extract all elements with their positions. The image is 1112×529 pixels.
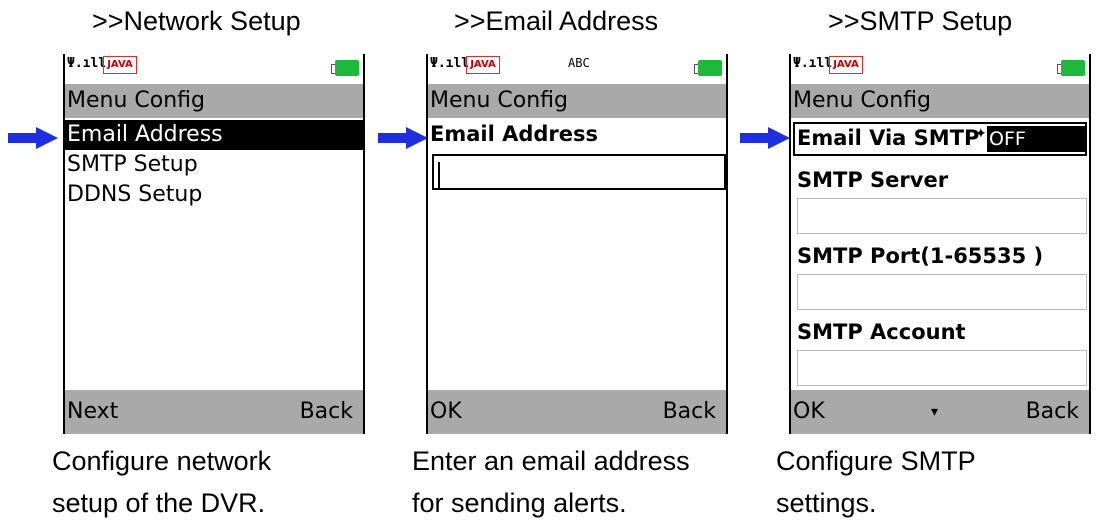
status-bar: Ψ.ıll JAVA bbox=[65, 54, 363, 84]
pointer-arrow-icon bbox=[740, 127, 792, 149]
smtp-account-input[interactable] bbox=[797, 350, 1087, 386]
email-address-label: Email Address bbox=[430, 122, 599, 146]
soft-key-bar: OK Back bbox=[428, 390, 726, 434]
ok-softkey[interactable]: OK bbox=[793, 390, 825, 434]
phone-screen-smtp-setup: Ψ.ıll JAVA Menu Config Email Via SMTP ✦ … bbox=[789, 54, 1091, 434]
signal-icon: Ψ.ıll bbox=[430, 56, 470, 71]
text-cursor bbox=[438, 162, 440, 188]
caption-network-line2: setup of the DVR. bbox=[52, 488, 266, 518]
battery-icon bbox=[331, 60, 359, 76]
phone-screen-email-address: Ψ.ıll JAVA ABC Menu Config Email Address… bbox=[426, 54, 728, 434]
smtp-port-input[interactable] bbox=[797, 274, 1087, 310]
menu-item-smtp-setup[interactable]: SMTP Setup bbox=[65, 150, 363, 180]
caption-network-line1: Configure network bbox=[52, 446, 272, 476]
smtp-server-input[interactable] bbox=[797, 198, 1087, 234]
java-logo: JAVA bbox=[829, 56, 863, 74]
menu-item-ddns-setup[interactable]: DDNS Setup bbox=[65, 180, 363, 210]
back-softkey[interactable]: Back bbox=[1026, 390, 1079, 434]
email-address-input[interactable] bbox=[432, 154, 726, 190]
battery-icon bbox=[694, 60, 722, 76]
screen-title: Menu Config bbox=[428, 84, 726, 118]
pointer-arrow-icon bbox=[8, 127, 60, 149]
input-mode-indicator: ABC bbox=[568, 56, 590, 70]
screen-title: Menu Config bbox=[65, 84, 363, 118]
caption-email-line2: for sending alerts. bbox=[412, 488, 627, 518]
screen-title: Menu Config bbox=[791, 84, 1089, 118]
status-bar: Ψ.ıll JAVA ABC bbox=[428, 54, 726, 84]
smtp-server-label: SMTP Server bbox=[797, 168, 949, 192]
back-softkey[interactable]: Back bbox=[300, 390, 353, 434]
smtp-account-label: SMTP Account bbox=[797, 320, 966, 344]
dropdown-marker-icon: ✦ bbox=[975, 126, 987, 142]
caption-smtp-line2: settings. bbox=[776, 488, 877, 518]
menu-item-email-address[interactable]: Email Address bbox=[65, 120, 363, 150]
email-via-smtp-row[interactable]: Email Via SMTP ✦ OFF bbox=[793, 122, 1087, 156]
heading-smtp-setup: >>SMTP Setup bbox=[828, 6, 1013, 36]
signal-icon: Ψ.ıll bbox=[67, 56, 107, 71]
caption-smtp-line1: Configure SMTP bbox=[776, 446, 976, 476]
soft-key-bar: Next Back bbox=[65, 390, 363, 434]
email-via-smtp-label: Email Via SMTP bbox=[797, 126, 980, 150]
next-softkey[interactable]: Next bbox=[67, 390, 118, 434]
caption-email-line1: Enter an email address bbox=[412, 446, 690, 476]
status-bar: Ψ.ıll JAVA bbox=[791, 54, 1089, 84]
heading-email-address: >>Email Address bbox=[454, 6, 659, 36]
smtp-port-label: SMTP Port(1-65535 ) bbox=[797, 244, 1044, 268]
back-softkey[interactable]: Back bbox=[663, 390, 716, 434]
ok-softkey[interactable]: OK bbox=[430, 390, 462, 434]
phone-screen-network-setup: Ψ.ıll JAVA Menu Config Email Address SMT… bbox=[63, 54, 365, 434]
email-via-smtp-select[interactable]: OFF bbox=[987, 126, 1085, 152]
pointer-arrow-icon bbox=[378, 127, 430, 149]
signal-icon: Ψ.ıll bbox=[793, 56, 833, 71]
java-logo: JAVA bbox=[466, 56, 500, 74]
java-logo: JAVA bbox=[103, 56, 137, 74]
scroll-down-icon[interactable]: ▾ bbox=[931, 402, 938, 422]
soft-key-bar: OK ▾ Back bbox=[791, 390, 1089, 434]
battery-icon bbox=[1057, 60, 1085, 76]
heading-network-setup: >>Network Setup bbox=[92, 6, 301, 36]
